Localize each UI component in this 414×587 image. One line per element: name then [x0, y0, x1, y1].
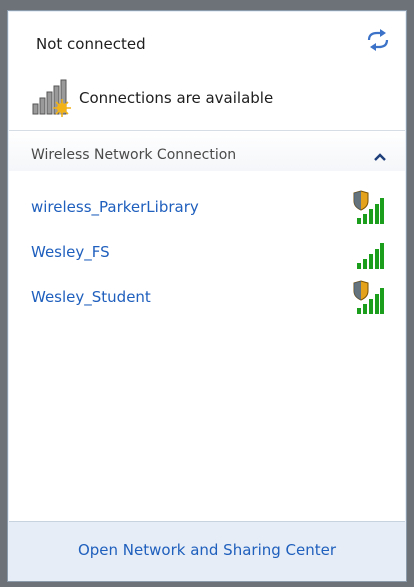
network-flyout: Not connected Connections are available …	[7, 10, 407, 582]
connections-available-text: Connections are available	[79, 89, 274, 107]
footer-bar: Open Network and Sharing Center	[9, 521, 405, 580]
connection-status-title: Not connected	[36, 35, 146, 53]
open-network-sharing-center-link[interactable]: Open Network and Sharing Center	[9, 541, 405, 559]
network-name[interactable]: wireless_ParkerLibrary	[31, 198, 199, 216]
network-name[interactable]: Wesley_FS	[31, 243, 110, 261]
network-item[interactable]: Wesley_Student	[9, 278, 405, 318]
refresh-icon[interactable]	[365, 29, 391, 51]
signal-bars-shield-icon	[353, 280, 384, 314]
wireless-section-header[interactable]: Wireless Network Connection	[9, 131, 405, 171]
signal-bars-shield-icon	[353, 190, 384, 224]
chevron-up-icon[interactable]	[373, 151, 387, 163]
network-item[interactable]: wireless_ParkerLibrary	[9, 188, 405, 228]
connections-available-row: Connections are available	[31, 78, 273, 118]
network-item[interactable]: Wesley_FS	[9, 233, 405, 273]
section-title: Wireless Network Connection	[31, 147, 237, 163]
signal-bars-icon	[357, 243, 384, 269]
network-name[interactable]: Wesley_Student	[31, 288, 151, 306]
signal-bars-warning-icon	[32, 79, 71, 117]
network-panel: Not connected Connections are available …	[9, 12, 405, 580]
